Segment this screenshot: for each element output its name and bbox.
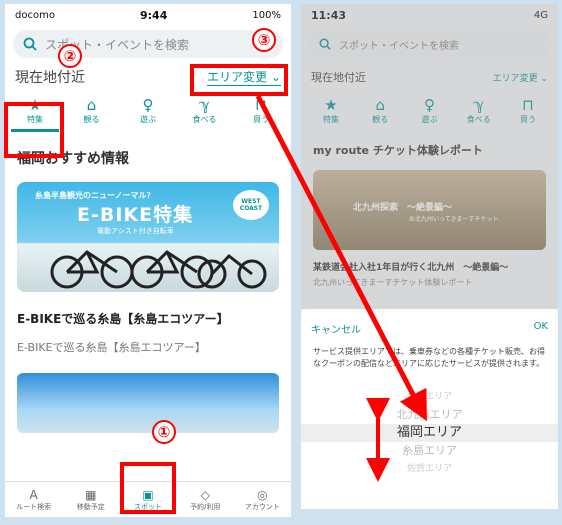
category-label: 食べる xyxy=(192,115,217,124)
category-tab-see[interactable]: ⌂ 観る xyxy=(68,96,116,132)
ticket-icon: ◇ xyxy=(200,487,210,502)
battery-label: 100% xyxy=(252,9,281,21)
picker-option[interactable]: 愛知エリア xyxy=(301,388,558,406)
location-label: 現在地付近 xyxy=(15,70,85,86)
annotation-marker-3: ③ xyxy=(252,28,276,52)
sky-photo[interactable] xyxy=(17,373,279,433)
calendar-icon: ▦ xyxy=(85,487,97,502)
highlight-area-button xyxy=(190,64,288,96)
highlight-spot-tab xyxy=(120,462,176,514)
annotation-marker-2: ② xyxy=(58,44,82,68)
bicycle-image xyxy=(50,250,267,289)
status-bar: docomo 9:44 100% xyxy=(5,4,291,26)
tab-account[interactable]: ◎ アカウント xyxy=(234,482,291,517)
tab-booking[interactable]: ◇ 予約/利用 xyxy=(177,482,234,517)
category-tab-play[interactable]: ♀ 遊ぶ xyxy=(124,96,172,132)
tab-label: 移動予定 xyxy=(76,502,105,511)
picker-option-selected[interactable]: 福岡エリア xyxy=(301,424,558,442)
annotation-marker-1: ① xyxy=(152,420,176,444)
search-bar[interactable]: スポット・イベントを検索 xyxy=(13,30,283,58)
highlight-feature-tab xyxy=(4,102,64,158)
picker-option[interactable]: 佐賀エリア xyxy=(301,460,558,478)
picker-option[interactable]: 糸島エリア xyxy=(301,442,558,460)
sheet-description: サービス提供エリアでは、乗車券などの各種チケット販売、お得なクーポンの配信などエ… xyxy=(313,347,545,368)
west-coast-badge: WEST COAST xyxy=(233,190,269,220)
category-label: 観る xyxy=(83,115,100,124)
tab-route-search[interactable]: A ルート検索 xyxy=(5,482,62,517)
dim-overlay[interactable] xyxy=(301,4,558,309)
category-label: 買う xyxy=(253,115,269,124)
area-picker-wheel[interactable]: 愛知エリア 北九州エリア 福岡エリア 糸島エリア 佐賀エリア xyxy=(301,388,558,478)
building-icon: ⌂ xyxy=(86,96,97,114)
carrier-label: docomo xyxy=(15,9,55,21)
area-picker-sheet: キャンセル OK サービス提供エリアでは、乗車券などの各種チケット販売、お得なク… xyxy=(301,309,558,509)
banner-title: E-BIKE特集 xyxy=(77,204,194,226)
tab-label: アカウント xyxy=(244,502,280,511)
cutlery-icon: ℽ xyxy=(199,96,210,114)
picker-option[interactable]: 北九州エリア xyxy=(301,406,558,424)
ebike-banner[interactable]: 糸島半島観光のニューノーマル？ E-BIKE特集 電動アシスト付き自転車 WES… xyxy=(17,182,279,292)
category-tab-shop[interactable]: ⊓ 買う xyxy=(237,96,285,132)
sheet-header: キャンセル OK xyxy=(301,309,558,342)
category-tab-eat[interactable]: ℽ 食べる xyxy=(181,96,229,132)
cart-icon: ⊓ xyxy=(255,96,267,114)
item-title[interactable]: E-BIKEで巡る糸島【糸島エコツアー】 xyxy=(5,298,291,333)
clock: 9:44 xyxy=(139,8,168,22)
item-subtitle: E-BIKEで巡る糸島【糸島エコツアー】 xyxy=(17,341,206,354)
tab-label: 予約/利用 xyxy=(190,502,221,511)
search-icon xyxy=(23,37,37,51)
tab-schedule[interactable]: ▦ 移動予定 xyxy=(62,482,119,517)
cancel-button[interactable]: キャンセル xyxy=(311,321,361,336)
ok-button[interactable]: OK xyxy=(534,321,548,336)
account-icon: ◎ xyxy=(257,487,268,502)
tab-label: ルート検索 xyxy=(16,502,52,511)
right-phone-screen: 11:43 4G スポット・イベントを検索 現在地付近 エリア変更 ⌄ ★ 特集 … xyxy=(301,4,558,509)
bulb-icon: ♀ xyxy=(142,96,154,114)
banner-subtitle: 電動アシスト付き自転車 xyxy=(97,227,174,235)
category-label: 遊ぶ xyxy=(140,115,156,124)
navigation-icon: A xyxy=(29,487,38,502)
